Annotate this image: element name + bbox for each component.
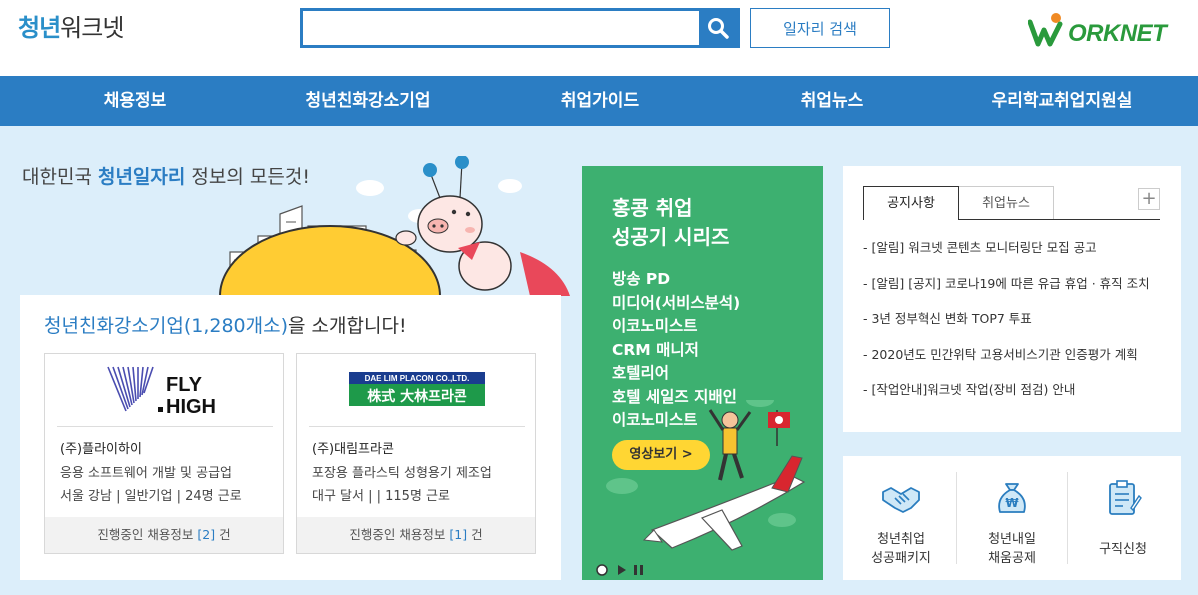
tab-notice[interactable]: 공지사항 xyxy=(863,186,959,220)
fly-high-logo: FLY HIGH xyxy=(107,366,216,418)
nav-item-youth-companies[interactable]: 청년친화강소기업 xyxy=(280,76,456,126)
search-button[interactable] xyxy=(699,11,737,45)
quick-link-success-package[interactable]: 청년취업 성공패키지 xyxy=(845,456,957,580)
notice-item[interactable]: - 3년 정부혁신 변화 TOP7 투표 xyxy=(863,309,1163,345)
search-box xyxy=(300,8,740,48)
job-search-button[interactable]: 일자리 검색 xyxy=(750,8,890,48)
play-icon xyxy=(618,565,626,575)
company-openings[interactable]: 진행중인 채용정보 [2] 건 xyxy=(45,517,283,553)
nav-item-jobs[interactable]: 채용정보 xyxy=(60,76,210,126)
money-bag-icon: ₩ xyxy=(998,483,1026,513)
fly-high-logo-line2: HIGH xyxy=(166,396,216,418)
youth-companies-card: 청년친화강소기업(1,280개소)을 소개합니다! FLY HIGH (주)플라… xyxy=(20,295,561,580)
notice-item[interactable]: - [알림] [공지] 코로나19에 따른 유급 휴업 · 휴직 조치 xyxy=(863,274,1163,310)
search-input[interactable] xyxy=(303,11,699,45)
company-industry: 응용 소프트웨어 개발 및 공급업 xyxy=(60,466,233,481)
svg-text:₩: ₩ xyxy=(1005,496,1019,510)
quick-link-label: 청년내일 채움공제 xyxy=(988,532,1036,566)
company-openings[interactable]: 진행중인 채용정보 [1] 건 xyxy=(297,517,535,553)
banner-job-item: 미디어(서비스분석) xyxy=(612,293,741,312)
company-name: (주)플라이하이 xyxy=(60,442,142,457)
youth-companies-title: 청년친화강소기업(1,280개소)을 소개합니다! xyxy=(44,315,407,337)
quick-links: 청년취업 성공패키지 ₩ 청년내일 채움공제 구직신청 xyxy=(843,456,1181,580)
quick-link-mutual-aid[interactable]: ₩ 청년내일 채움공제 xyxy=(956,456,1068,580)
worknet-text: ORKNET xyxy=(1068,20,1167,47)
company-card[interactable]: FLY HIGH (주)플라이하이 응용 소프트웨어 개발 및 공급업 서울 강… xyxy=(44,353,284,554)
search-icon xyxy=(708,18,729,39)
banner-job-item: 호텔리어 xyxy=(612,364,670,382)
company-location: 대구 달서 | | 115명 근로 xyxy=(312,489,450,504)
company-logo: FLY HIGH xyxy=(57,354,273,427)
daelim-placon-logo-line2: 株式 大林프라콘 xyxy=(367,388,467,405)
company-location: 서울 강남 | 일반기업 | 24명 근로 xyxy=(60,489,242,504)
banner-indicator-dot xyxy=(596,564,608,576)
hero-illustration xyxy=(218,156,570,296)
notice-item[interactable]: - [알림] 워크넷 콘텐츠 모니터링단 모집 공고 xyxy=(863,238,1163,274)
tab-job-news[interactable]: 취업뉴스 xyxy=(958,186,1054,220)
banner-title: 홍콩 취업 성공기 시리즈 xyxy=(612,196,730,249)
main-content: 대한민국 청년일자리 정보의 모든것! 청년친화강소기업(1,280개소)을 소… xyxy=(0,126,1198,595)
company-logo: DAE LIM PLACON CO.,LTD. 株式 大林프라콘 xyxy=(309,354,525,427)
nav-item-school-support[interactable]: 우리학교취업지원실 xyxy=(972,76,1152,126)
fly-high-logo-line1: FLY xyxy=(166,374,203,396)
pause-icon-bar xyxy=(640,565,643,575)
hongkong-banner[interactable]: 홍콩 취업 성공기 시리즈 방송 PD 미디어(서비스분석) 이코노미스트 CR… xyxy=(582,166,823,580)
worknet-logo[interactable]: ORKNET xyxy=(1028,12,1188,48)
form-icon xyxy=(1109,480,1142,515)
main-nav: 채용정보 청년친화강소기업 취업가이드 취업뉴스 우리학교취업지원실 xyxy=(0,76,1198,126)
nav-item-job-news[interactable]: 취업뉴스 xyxy=(762,76,902,126)
banner-job-item: 방송 PD xyxy=(612,270,671,288)
nav-item-job-guide[interactable]: 취업가이드 xyxy=(530,76,670,126)
company-name: (주)대림프라콘 xyxy=(312,442,394,457)
handshake-icon xyxy=(882,487,920,513)
notice-item[interactable]: - 2020년도 민간위탁 고용서비스기관 인증평가 계획 xyxy=(863,345,1163,381)
banner-job-item: CRM 매니저 xyxy=(612,340,699,359)
airplane-illustration xyxy=(606,400,806,551)
quick-link-label: 구직신청 xyxy=(1099,542,1147,557)
more-button[interactable]: + xyxy=(1138,188,1160,210)
youth-worknet-logo[interactable]: 청년워크넷 xyxy=(18,8,124,43)
daelim-placon-logo: DAE LIM PLACON CO.,LTD. 株式 大林프라콘 xyxy=(349,372,485,406)
company-industry: 포장용 플라스틱 성형용기 제조업 xyxy=(312,466,492,481)
banner-job-item: 이코노미스트 xyxy=(612,317,698,335)
notice-item[interactable]: - [작업안내]워크넷 작업(장비 점검) 안내 xyxy=(863,380,1163,416)
worknet-person-icon xyxy=(1028,13,1063,47)
notice-list: - [알림] 워크넷 콘텐츠 모니터링단 모집 공고 - [알림] [공지] 코… xyxy=(863,238,1163,416)
daelim-placon-logo-line1: DAE LIM PLACON CO.,LTD. xyxy=(365,374,470,383)
quick-link-label: 청년취업 성공패키지 xyxy=(871,532,931,566)
notice-panel: 공지사항 취업뉴스 + - [알림] 워크넷 콘텐츠 모니터링단 모집 공고 -… xyxy=(843,166,1181,432)
quick-link-job-application[interactable]: 구직신청 xyxy=(1067,456,1179,580)
pause-icon-bar xyxy=(634,565,637,575)
banner-controls xyxy=(596,562,656,580)
company-card[interactable]: DAE LIM PLACON CO.,LTD. 株式 大林프라콘 (주)대림프라… xyxy=(296,353,536,554)
header: 청년워크넷 일자리 검색 ORKNET xyxy=(0,0,1198,76)
